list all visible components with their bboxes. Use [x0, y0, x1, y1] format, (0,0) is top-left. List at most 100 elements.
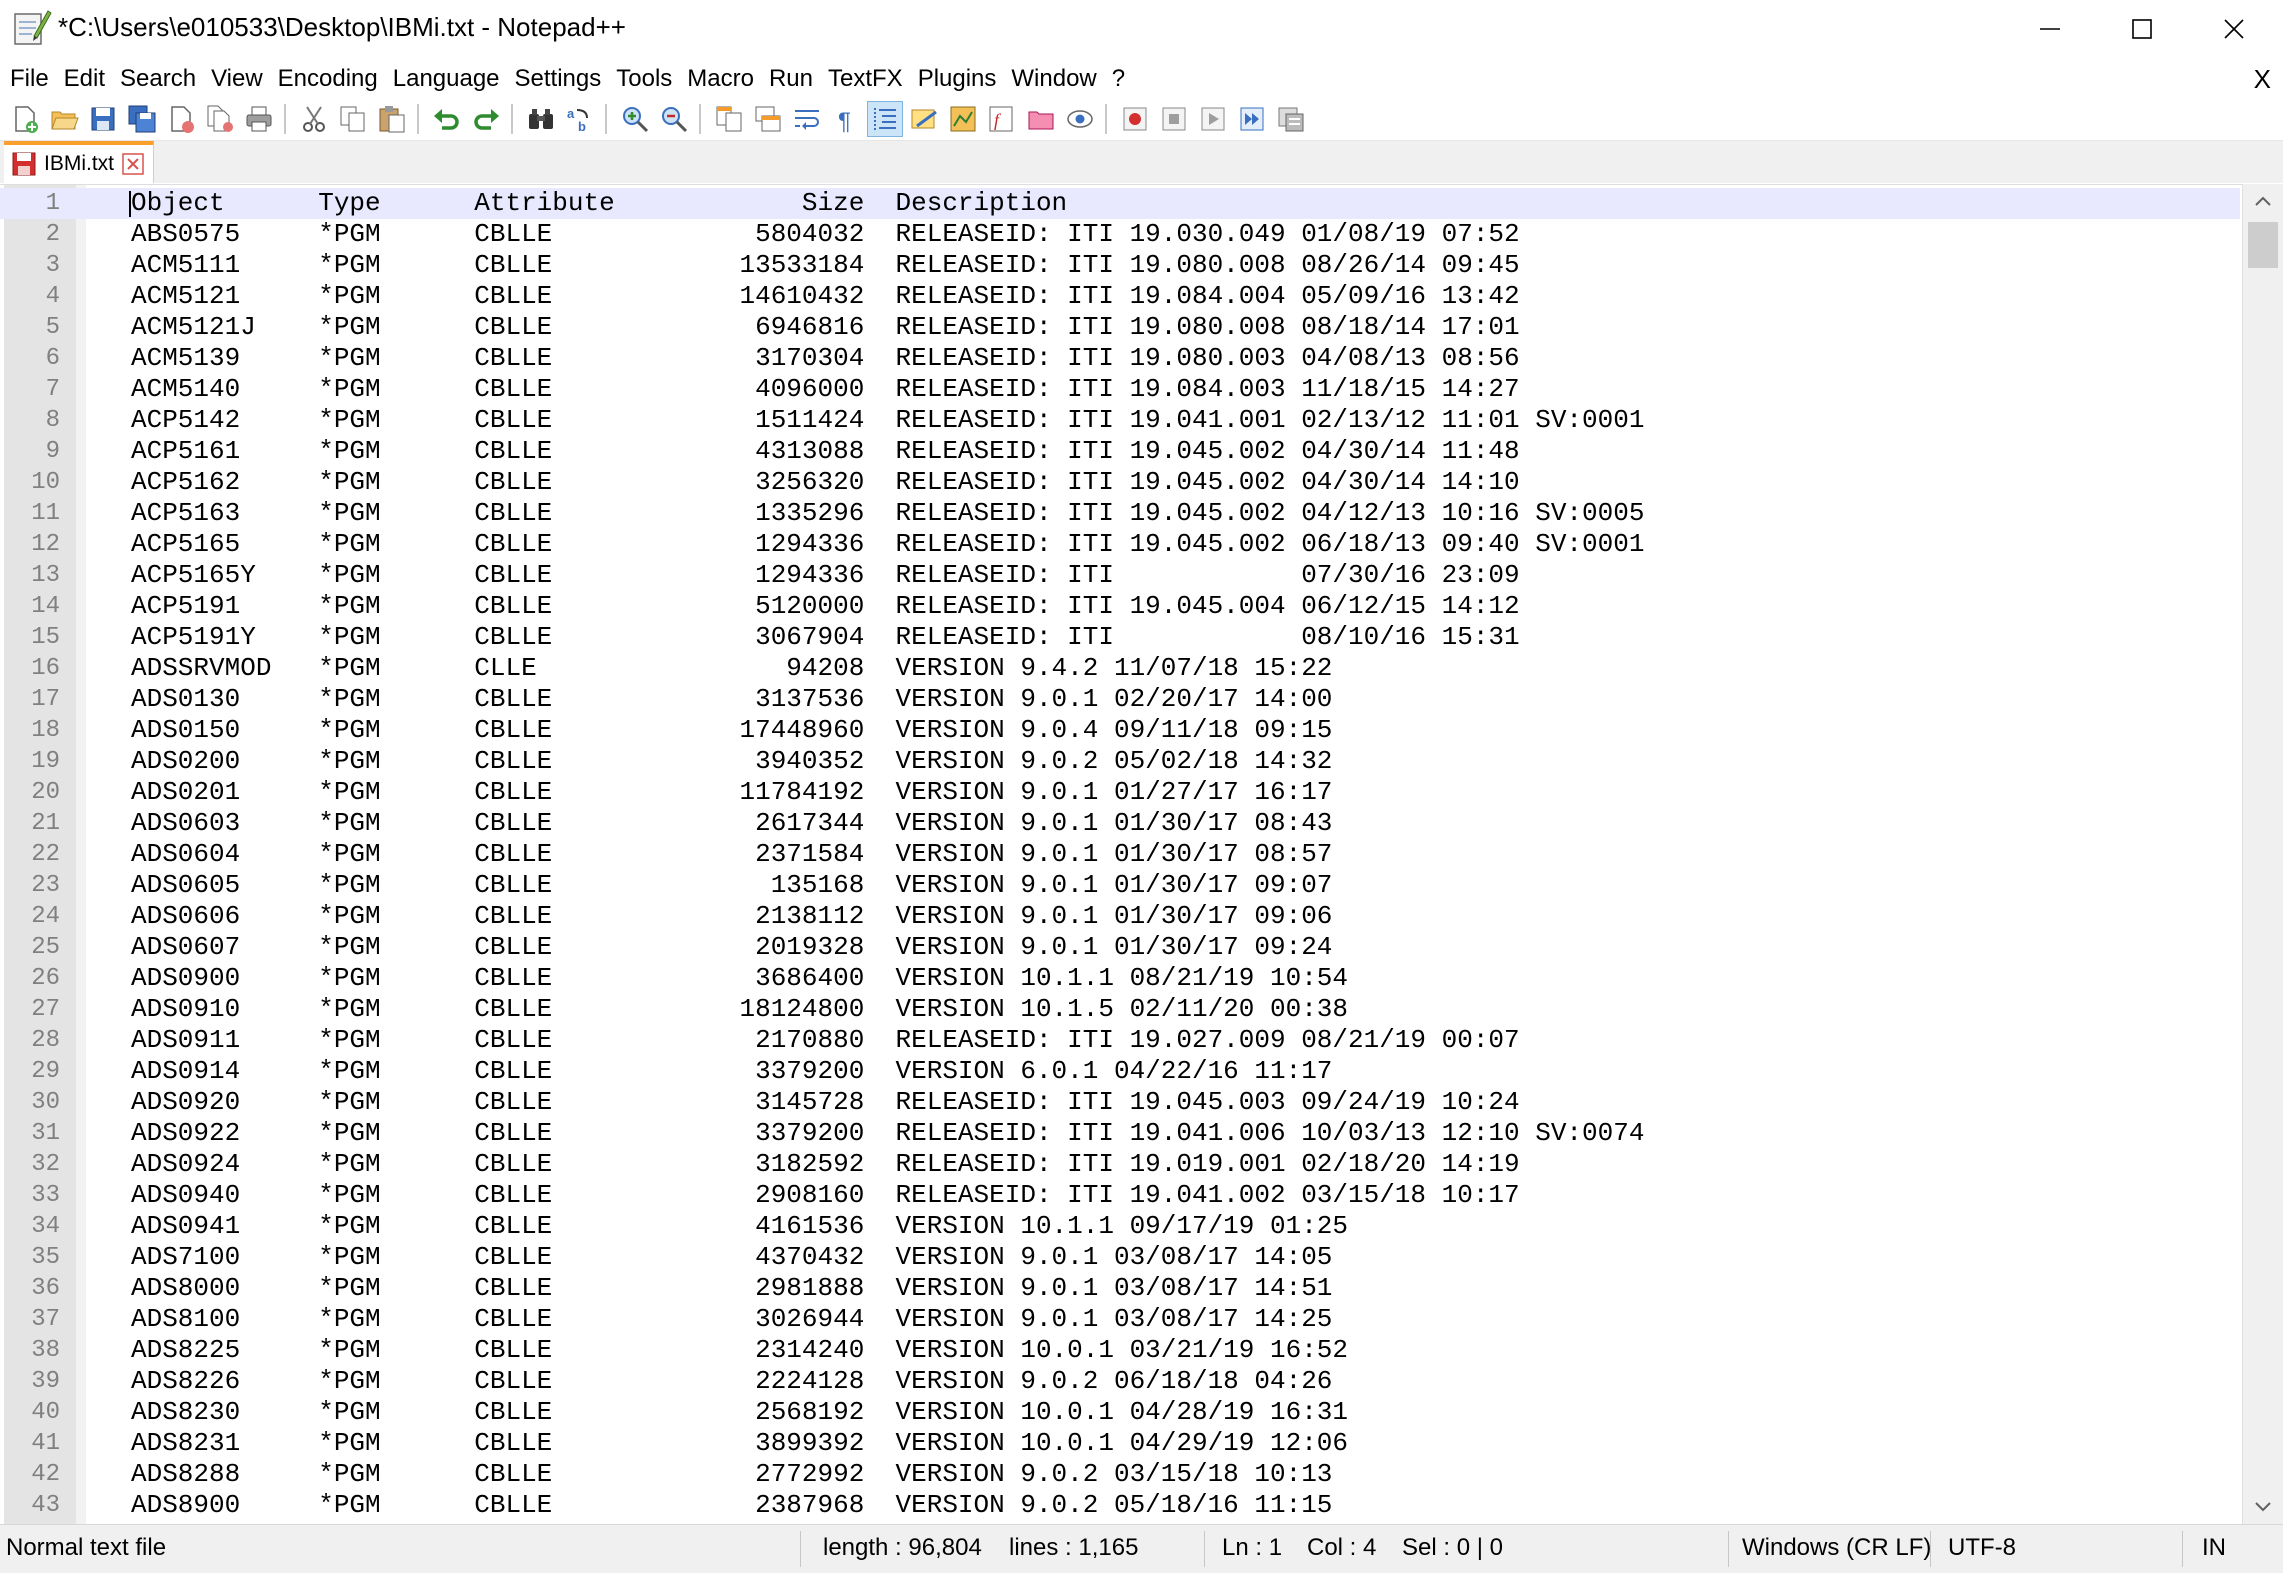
menu-edit[interactable]: Edit — [59, 60, 110, 98]
text-line[interactable]: 36 ADS8000 *PGM CBLLE 2981888 VERSION 9.0… — [0, 1273, 2240, 1304]
text-line[interactable]: 20 ADS0201 *PGM CBLLE 11784192 VERSION 9.… — [0, 777, 2240, 808]
text-line[interactable]: 29 ADS0914 *PGM CBLLE 3379200 VERSION 6.0… — [0, 1056, 2240, 1087]
open-file-button[interactable] — [47, 102, 81, 136]
text-line[interactable]: 26 ADS0900 *PGM CBLLE 3686400 VERSION 10.… — [0, 963, 2240, 994]
text-line[interactable]: 1 Object Type Attribute Size Description — [0, 188, 2240, 219]
undo-button[interactable] — [430, 102, 464, 136]
text-line[interactable]: 13 ACP5165Y *PGM CBLLE 1294336 RELEASEID:… — [0, 560, 2240, 591]
text-line[interactable]: 19 ADS0200 *PGM CBLLE 3940352 VERSION 9.0… — [0, 746, 2240, 777]
line-text[interactable]: ACP5165Y *PGM CBLLE 1294336 RELEASEID: I… — [131, 560, 1520, 591]
text-line[interactable]: 31 ADS0922 *PGM CBLLE 3379200 RELEASEID: … — [0, 1118, 2240, 1149]
text-line[interactable]: 11 ACP5163 *PGM CBLLE 1335296 RELEASEID: … — [0, 498, 2240, 529]
text-line[interactable]: 16 ADSSRVMOD *PGM CLLE 94208 VERSION 9.4.… — [0, 653, 2240, 684]
copy-button[interactable] — [336, 102, 370, 136]
menu-language[interactable]: Language — [388, 60, 505, 98]
tab-ibmi-txt[interactable]: IBMi.txt — [4, 141, 154, 183]
line-text[interactable]: ADS0900 *PGM CBLLE 3686400 VERSION 10.1.… — [131, 963, 1348, 994]
text-area[interactable]: 1 Object Type Attribute Size Description 2… — [0, 188, 2240, 1521]
paste-button[interactable] — [375, 102, 409, 136]
scroll-down-button[interactable] — [2243, 1490, 2283, 1524]
indent-guide-button[interactable] — [867, 101, 903, 137]
text-line[interactable]: 5 ACM5121J *PGM CBLLE 6946816 RELEASEID: … — [0, 312, 2240, 343]
line-text[interactable]: ACP5191 *PGM CBLLE 5120000 RELEASEID: IT… — [131, 591, 1520, 622]
tab-close-icon[interactable] — [122, 153, 144, 175]
line-text[interactable]: ADS0910 *PGM CBLLE 18124800 VERSION 10.1… — [131, 994, 1348, 1025]
maximize-button[interactable] — [2096, 0, 2188, 58]
text-line[interactable]: 32 ADS0924 *PGM CBLLE 3182592 RELEASEID: … — [0, 1149, 2240, 1180]
line-text[interactable]: ADS0606 *PGM CBLLE 2138112 VERSION 9.0.1… — [131, 901, 1332, 932]
menu-help[interactable]: ? — [1107, 60, 1130, 98]
user-defined-language-button[interactable] — [907, 102, 941, 136]
menu-plugins[interactable]: Plugins — [913, 60, 1002, 98]
status-encoding[interactable]: UTF-8 — [1948, 1525, 2016, 1571]
menu-window[interactable]: Window — [1006, 60, 1101, 98]
text-line[interactable]: 38 ADS8225 *PGM CBLLE 2314240 VERSION 10.… — [0, 1335, 2240, 1366]
menu-macro[interactable]: Macro — [682, 60, 759, 98]
minimize-button[interactable] — [2004, 0, 2096, 58]
cut-button[interactable] — [297, 102, 331, 136]
text-line[interactable]: 41 ADS8231 *PGM CBLLE 3899392 VERSION 10.… — [0, 1428, 2240, 1459]
line-text[interactable]: ACP5165 *PGM CBLLE 1294336 RELEASEID: IT… — [131, 529, 1644, 560]
text-line[interactable]: 23 ADS0605 *PGM CBLLE 135168 VERSION 9.0.… — [0, 870, 2240, 901]
line-text[interactable]: Object Type Attribute Size Description — [131, 188, 1067, 219]
line-text[interactable]: ADS8226 *PGM CBLLE 2224128 VERSION 9.0.2… — [131, 1366, 1332, 1397]
line-text[interactable]: ADS8100 *PGM CBLLE 3026944 VERSION 9.0.1… — [131, 1304, 1332, 1335]
status-insert-mode[interactable]: IN — [2202, 1525, 2226, 1571]
line-text[interactable]: ACM5111 *PGM CBLLE 13533184 RELEASEID: I… — [131, 250, 1520, 281]
redo-button[interactable] — [469, 102, 503, 136]
save-macro-button[interactable] — [1274, 102, 1308, 136]
text-line[interactable]: 3 ACM5111 *PGM CBLLE 13533184 RELEASEID: … — [0, 250, 2240, 281]
print-button[interactable] — [242, 102, 276, 136]
menu-tools[interactable]: Tools — [611, 60, 677, 98]
replace-button[interactable]: ab — [563, 102, 597, 136]
menu-encoding[interactable]: Encoding — [273, 60, 383, 98]
show-all-characters-button[interactable]: ¶ — [829, 102, 863, 136]
menu-run[interactable]: Run — [764, 60, 818, 98]
line-text[interactable]: ADS8000 *PGM CBLLE 2981888 VERSION 9.0.1… — [131, 1273, 1332, 1304]
playback-macro-button[interactable] — [1196, 102, 1230, 136]
line-text[interactable]: ADS0940 *PGM CBLLE 2908160 RELEASEID: IT… — [131, 1180, 1520, 1211]
text-line[interactable]: 7 ACM5140 *PGM CBLLE 4096000 RELEASEID: I… — [0, 374, 2240, 405]
line-text[interactable]: ADS0130 *PGM CBLLE 3137536 VERSION 9.0.1… — [131, 684, 1332, 715]
line-text[interactable]: ADS0914 *PGM CBLLE 3379200 VERSION 6.0.1… — [131, 1056, 1332, 1087]
text-line[interactable]: 21 ADS0603 *PGM CBLLE 2617344 VERSION 9.0… — [0, 808, 2240, 839]
line-text[interactable]: ACM5121 *PGM CBLLE 14610432 RELEASEID: I… — [131, 281, 1520, 312]
text-line[interactable]: 30 ADS0920 *PGM CBLLE 3145728 RELEASEID: … — [0, 1087, 2240, 1118]
line-text[interactable]: ADS0201 *PGM CBLLE 11784192 VERSION 9.0.… — [131, 777, 1332, 808]
line-text[interactable]: ADS8230 *PGM CBLLE 2568192 VERSION 10.0.… — [131, 1397, 1348, 1428]
line-text[interactable]: ACP5191Y *PGM CBLLE 3067904 RELEASEID: I… — [131, 622, 1520, 653]
line-text[interactable]: ADS0922 *PGM CBLLE 3379200 RELEASEID: IT… — [131, 1118, 1644, 1149]
text-line[interactable]: 33 ADS0940 *PGM CBLLE 2908160 RELEASEID: … — [0, 1180, 2240, 1211]
line-text[interactable]: ADS0200 *PGM CBLLE 3940352 VERSION 9.0.2… — [131, 746, 1332, 777]
text-line[interactable]: 2 ABS0575 *PGM CBLLE 5804032 RELEASEID: I… — [0, 219, 2240, 250]
line-text[interactable]: ACP5142 *PGM CBLLE 1511424 RELEASEID: IT… — [131, 405, 1644, 436]
text-line[interactable]: 17 ADS0130 *PGM CBLLE 3137536 VERSION 9.0… — [0, 684, 2240, 715]
line-text[interactable]: ADSSRVMOD *PGM CLLE 94208 VERSION 9.4.2 … — [131, 653, 1332, 684]
text-line[interactable]: 40 ADS8230 *PGM CBLLE 2568192 VERSION 10.… — [0, 1397, 2240, 1428]
line-text[interactable]: ADS0911 *PGM CBLLE 2170880 RELEASEID: IT… — [131, 1025, 1520, 1056]
line-text[interactable]: ACP5161 *PGM CBLLE 4313088 RELEASEID: IT… — [131, 436, 1520, 467]
line-text[interactable]: ADS0150 *PGM CBLLE 17448960 VERSION 9.0.… — [131, 715, 1332, 746]
status-eol[interactable]: Windows (CR LF) — [1742, 1525, 1931, 1571]
line-text[interactable]: ACP5163 *PGM CBLLE 1335296 RELEASEID: IT… — [131, 498, 1644, 529]
scroll-up-button[interactable] — [2243, 184, 2283, 218]
new-file-button[interactable] — [8, 102, 42, 136]
stop-recording-button[interactable] — [1157, 102, 1191, 136]
menu-file[interactable]: File — [5, 60, 54, 98]
line-text[interactable]: ADS7100 *PGM CBLLE 4370432 VERSION 9.0.1… — [131, 1242, 1332, 1273]
line-text[interactable]: ADS0920 *PGM CBLLE 3145728 RELEASEID: IT… — [131, 1087, 1520, 1118]
text-line[interactable]: 28 ADS0911 *PGM CBLLE 2170880 RELEASEID: … — [0, 1025, 2240, 1056]
text-line[interactable]: 18 ADS0150 *PGM CBLLE 17448960 VERSION 9.… — [0, 715, 2240, 746]
line-text[interactable]: ADS8225 *PGM CBLLE 2314240 VERSION 10.0.… — [131, 1335, 1348, 1366]
text-line[interactable]: 39 ADS8226 *PGM CBLLE 2224128 VERSION 9.0… — [0, 1366, 2240, 1397]
text-line[interactable]: 15 ACP5191Y *PGM CBLLE 3067904 RELEASEID:… — [0, 622, 2240, 653]
menu-settings[interactable]: Settings — [510, 60, 607, 98]
text-line[interactable]: 24 ADS0606 *PGM CBLLE 2138112 VERSION 9.0… — [0, 901, 2240, 932]
text-line[interactable]: 10 ACP5162 *PGM CBLLE 3256320 RELEASEID: … — [0, 467, 2240, 498]
line-text[interactable]: ADS8288 *PGM CBLLE 2772992 VERSION 9.0.2… — [131, 1459, 1332, 1490]
zoom-out-button[interactable] — [657, 102, 691, 136]
close-all-button[interactable] — [203, 102, 237, 136]
text-line[interactable]: 4 ACM5121 *PGM CBLLE 14610432 RELEASEID: … — [0, 281, 2240, 312]
monitoring-button[interactable] — [1063, 102, 1097, 136]
line-text[interactable]: ADS0604 *PGM CBLLE 2371584 VERSION 9.0.1… — [131, 839, 1332, 870]
